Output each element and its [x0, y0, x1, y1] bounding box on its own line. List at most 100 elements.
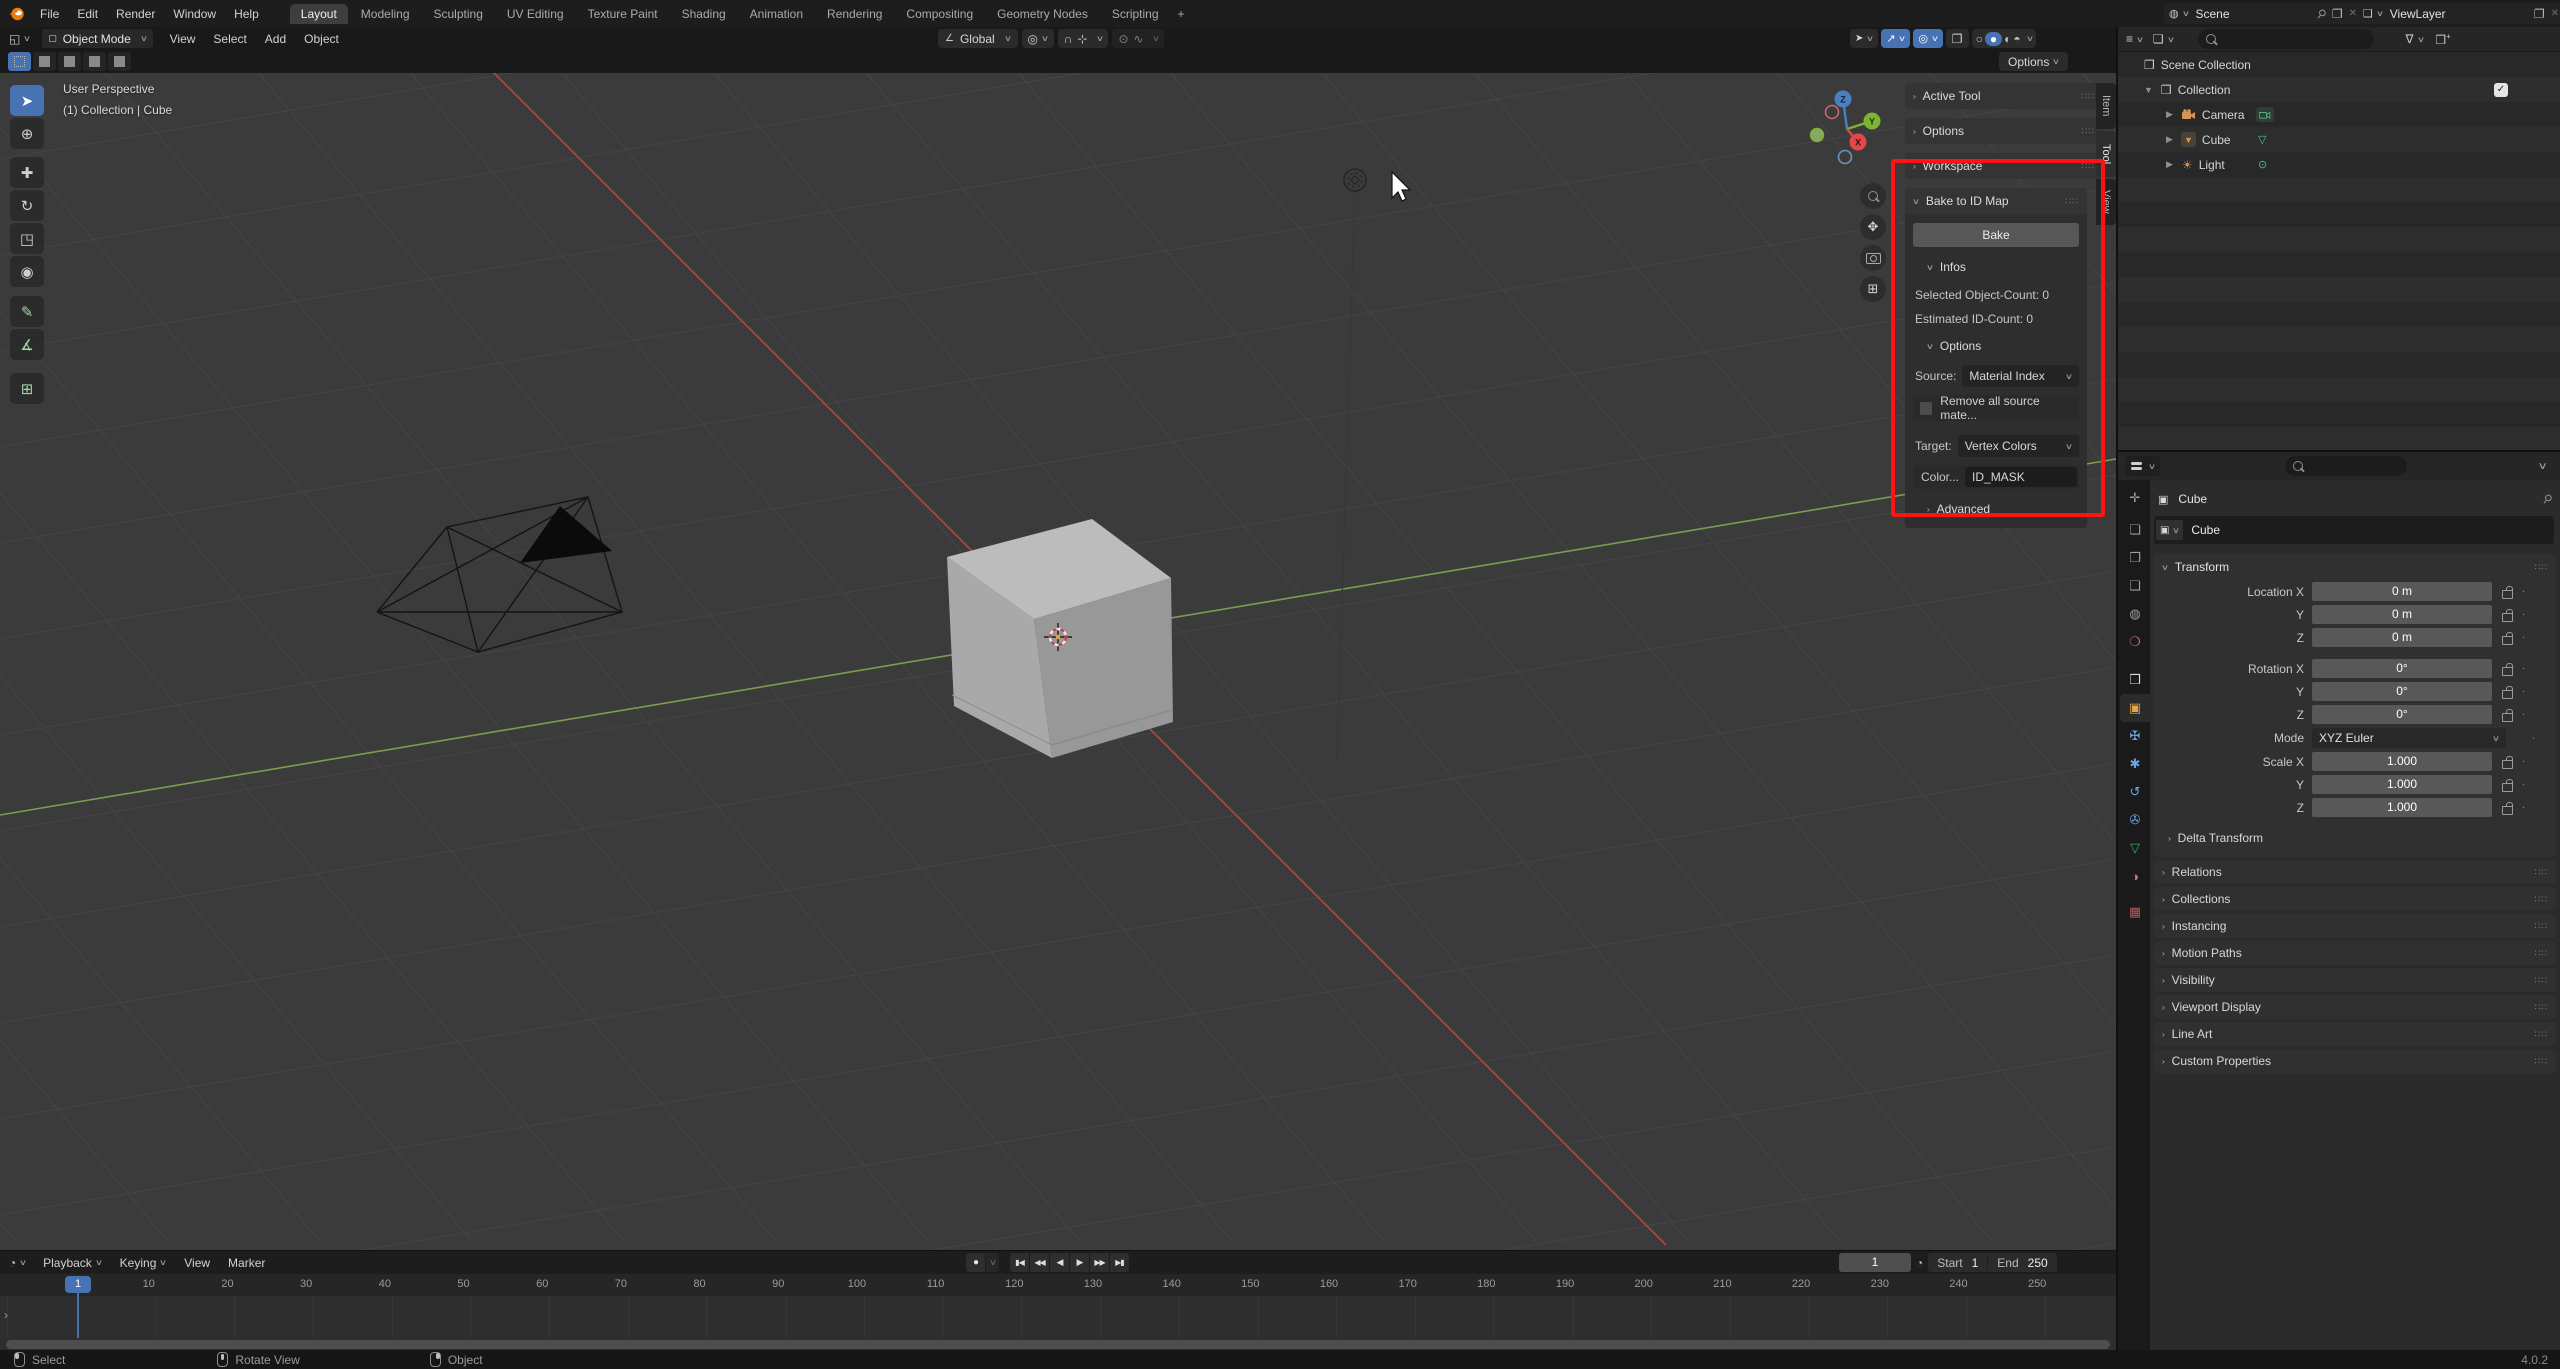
target-dropdown[interactable]: Vertex Colors ∨: [1957, 435, 2079, 457]
animate-dot-icon[interactable]: ∙: [2522, 632, 2525, 643]
collection-checkbox[interactable]: ✓: [2494, 82, 2508, 97]
menu-view[interactable]: View: [161, 32, 205, 46]
scene-selector[interactable]: ◍ ∨ Scene ⚲ ❐ ✕: [2164, 3, 2362, 24]
filter-icon[interactable]: ∇: [2406, 32, 2414, 46]
sidebar-tab-tool[interactable]: Tool: [2096, 131, 2116, 177]
outliner-editor-icon[interactable]: ≡: [2126, 32, 2133, 46]
pin-icon[interactable]: ⚲: [2540, 491, 2556, 507]
sidebar-tab-view[interactable]: View: [2096, 179, 2116, 225]
falloff-icon[interactable]: ∿: [1134, 32, 1144, 46]
lock-icon[interactable]: [2502, 631, 2513, 645]
object-id-icon[interactable]: ▣ ∨: [2156, 520, 2184, 540]
delta-transform-header[interactable]: › Delta Transform: [2167, 831, 2556, 845]
menu-file[interactable]: File: [31, 7, 68, 21]
use-preview-range-icon[interactable]: ◔: [1916, 1256, 1923, 1270]
outliner-row-collection[interactable]: ▼ ❒ Collection ✓: [2118, 77, 2560, 102]
tab-tool[interactable]: ✛: [2120, 484, 2150, 512]
timeline-scrollbar[interactable]: [6, 1340, 2110, 1349]
tab-material[interactable]: ◑: [2120, 862, 2150, 890]
shading-material-icon[interactable]: ◐: [2004, 32, 2011, 46]
disclosure-closed-icon[interactable]: ▶: [2166, 109, 2173, 120]
panel-relations[interactable]: › Relations ∷∷: [2154, 860, 2556, 884]
options-subpanel-header[interactable]: ∨ Options: [1926, 339, 2087, 353]
add-workspace-button[interactable]: +: [1172, 4, 1191, 24]
new-viewlayer-icon[interactable]: ❐: [2534, 7, 2545, 21]
workspace-tab-layout[interactable]: Layout: [289, 3, 348, 24]
tab-texture[interactable]: ▦: [2120, 898, 2150, 926]
disclosure-closed-icon[interactable]: ▶: [2166, 134, 2173, 145]
menu-add[interactable]: Add: [256, 32, 295, 46]
workspace-tab-geometry-nodes[interactable]: Geometry Nodes: [986, 4, 1099, 24]
lock-icon[interactable]: [2502, 585, 2513, 599]
tab-output[interactable]: ❐: [2120, 544, 2150, 572]
menu-keying[interactable]: Keying ∨: [111, 1256, 176, 1270]
panel-custom-properties[interactable]: › Custom Properties ∷∷: [2154, 1049, 2556, 1073]
animate-dot-icon[interactable]: ∙: [2522, 709, 2525, 720]
show-gizmo-toggle[interactable]: ↗ ∨: [1881, 29, 1911, 48]
workspace-tab-rendering[interactable]: Rendering: [816, 4, 893, 24]
auto-key-button[interactable]: ●: [966, 1253, 985, 1272]
tool-scale[interactable]: ◳: [10, 223, 44, 254]
light-data-icon[interactable]: ⊙: [2258, 158, 2267, 171]
panel-active-tool[interactable]: › Active Tool ∷∷: [1905, 83, 2103, 109]
magnet-icon[interactable]: ∩: [1064, 32, 1073, 46]
viewlayer-selector[interactable]: ❑ ∨ ViewLayer ❐ ✕: [2358, 3, 2560, 24]
playhead-line[interactable]: [77, 1291, 79, 1338]
workspace-tab-scripting[interactable]: Scripting: [1101, 4, 1170, 24]
workspace-tab-animation[interactable]: Animation: [739, 4, 814, 24]
next-keyframe-button[interactable]: ▶▶: [1090, 1253, 1109, 1272]
zoom-button[interactable]: [1860, 183, 1886, 209]
current-frame-field[interactable]: 1: [1839, 1253, 1911, 1272]
pivot-point-dropdown[interactable]: ◎ ∨: [1021, 29, 1054, 48]
lock-icon[interactable]: [2502, 778, 2513, 792]
tool-add-cube[interactable]: ⊞: [10, 373, 44, 404]
properties-editor-icon[interactable]: ∨: [2126, 456, 2160, 476]
tab-constraints[interactable]: ✇: [2120, 806, 2150, 834]
lock-icon[interactable]: [2502, 662, 2513, 676]
menu-select[interactable]: Select: [204, 32, 255, 46]
disclosure-open-icon[interactable]: ▼: [2144, 85, 2153, 95]
new-scene-icon[interactable]: ❐: [2332, 7, 2343, 21]
panel-options[interactable]: › Options ∷∷: [1905, 118, 2103, 144]
auto-key-dropdown[interactable]: ∨: [986, 1253, 999, 1272]
menu-render[interactable]: Render: [107, 7, 164, 21]
new-collection-icon[interactable]: ❒+: [2435, 32, 2450, 47]
animate-dot-icon[interactable]: ∙: [2522, 686, 2525, 697]
panel-viewport-display[interactable]: › Viewport Display ∷∷: [2154, 995, 2556, 1019]
current-frame-badge[interactable]: 1: [65, 1276, 91, 1293]
jump-to-start-button[interactable]: ▮◀: [1010, 1253, 1029, 1272]
outliner-row-light[interactable]: ▶ ☀ Light ⊙: [2118, 152, 2560, 177]
animate-dot-icon[interactable]: ∙: [2522, 586, 2525, 597]
panel-workspace[interactable]: › Workspace ∷∷: [1905, 153, 2103, 179]
select-mode-subtract[interactable]: [58, 52, 81, 71]
animate-dot-icon[interactable]: ∙: [2522, 663, 2525, 674]
unlink-scene-icon[interactable]: ✕: [2349, 8, 2357, 19]
tab-scene[interactable]: ◍: [2120, 600, 2150, 628]
tool-annotate[interactable]: ✎: [10, 296, 44, 327]
menu-window[interactable]: Window: [164, 7, 225, 21]
timeline-editor-icon[interactable]: ◔: [9, 1256, 16, 1270]
channel-expand-icon[interactable]: ›: [4, 1308, 8, 1322]
color-attribute-field[interactable]: ID_MASK: [1965, 467, 2077, 487]
tool-select-box[interactable]: ➤: [10, 85, 44, 116]
tab-world[interactable]: ❍: [2120, 628, 2150, 656]
menu-playback[interactable]: Playback ∨: [34, 1256, 111, 1270]
lock-icon[interactable]: [2502, 708, 2513, 722]
viewport-3d[interactable]: ◱ ∨ ▢ Object Mode ∨ View Select Add Object…: [0, 27, 2116, 1250]
panel-visibility[interactable]: › Visibility ∷∷: [2154, 968, 2556, 992]
tab-modifiers[interactable]: ✠: [2120, 722, 2150, 750]
menu-help[interactable]: Help: [225, 7, 268, 21]
tool-cursor[interactable]: ⊕: [10, 118, 44, 149]
editor-type-icon[interactable]: ◱: [9, 32, 20, 46]
xray-toggle[interactable]: ❐: [1945, 29, 1969, 48]
animate-dot-icon[interactable]: ∙: [2522, 609, 2525, 620]
timeline-ruler[interactable]: 10 20 30 40 50 60 70 80 90 100 110 120 130 140 150 160 1…: [0, 1274, 2116, 1296]
tool-move[interactable]: ✚: [10, 157, 44, 188]
tab-physics[interactable]: ↺: [2120, 778, 2150, 806]
infos-subpanel-header[interactable]: ∨ Infos: [1926, 260, 2087, 274]
workspace-tab-shading[interactable]: Shading: [671, 4, 737, 24]
panel-collections[interactable]: › Collections ∷∷: [2154, 887, 2556, 911]
play-reverse-button[interactable]: ◀: [1050, 1253, 1069, 1272]
tool-transform[interactable]: ◉: [10, 256, 44, 287]
proportional-icon[interactable]: ⊙: [1118, 32, 1128, 46]
